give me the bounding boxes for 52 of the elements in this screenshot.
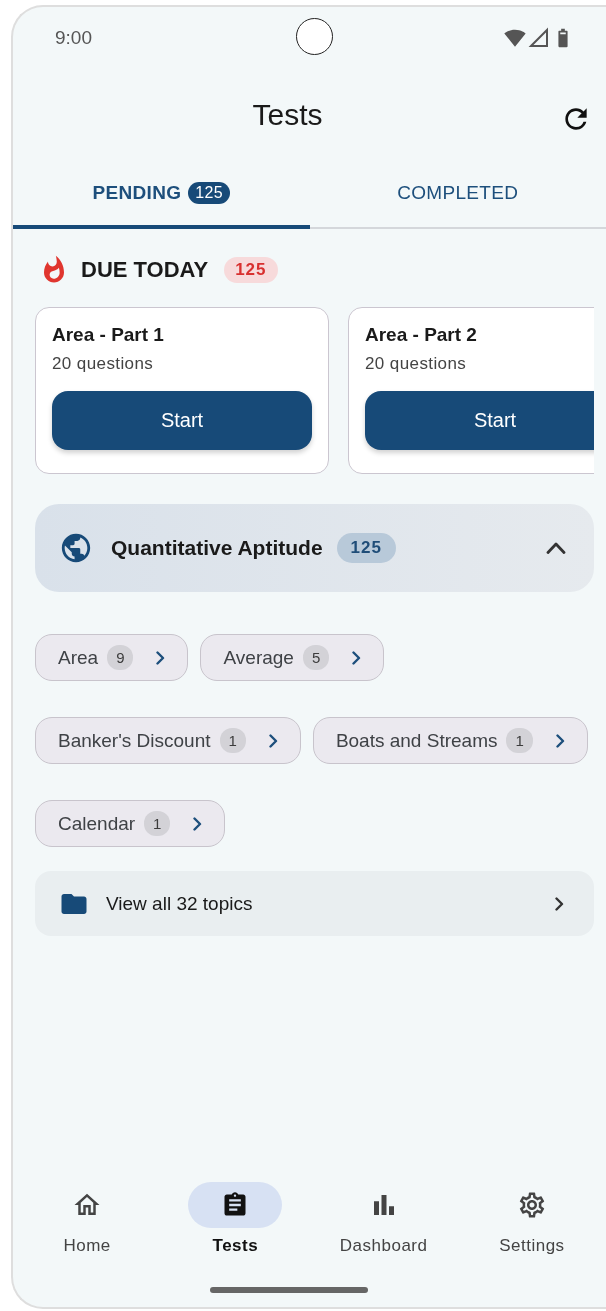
topic-name: Calendar — [58, 812, 136, 835]
card-title: Area - Part 2 — [365, 324, 478, 346]
nav-item[interactable]: Tests — [161, 1182, 310, 1279]
camera-cutout — [296, 18, 333, 55]
chevron-right-icon — [555, 733, 565, 748]
chevron-right-icon — [268, 733, 278, 748]
wifi-icon — [504, 27, 526, 49]
topic-chip[interactable]: Average 5 — [200, 634, 385, 681]
chevron-right-icon — [555, 896, 564, 911]
topic-chip[interactable]: Banker's Discount 1 — [35, 717, 301, 764]
count-badge: 125 — [188, 182, 230, 204]
chevron-up-icon — [546, 542, 566, 554]
chevron-right-icon — [193, 816, 203, 831]
topic-chip[interactable]: Area 9 — [35, 634, 189, 681]
start-button[interactable]: Start — [52, 391, 312, 450]
category-title: Quantitative Aptitude — [111, 536, 323, 560]
count-badge: 125 — [336, 533, 396, 563]
status-time: 9:00 — [55, 27, 92, 49]
topic-name: Banker's Discount — [58, 729, 211, 752]
nav-item[interactable]: Dashboard — [309, 1182, 458, 1279]
topic-name: Area — [58, 646, 99, 669]
card-title: Area - Part 1 — [52, 324, 165, 346]
signal-icon — [528, 27, 550, 49]
count-badge: 1 — [219, 728, 246, 753]
chevron-right-icon — [352, 650, 362, 665]
nav-item[interactable]: Settings — [457, 1182, 606, 1279]
chevron-right-icon — [156, 650, 166, 665]
nav-label: Tests — [212, 1236, 259, 1256]
count-badge: 5 — [302, 645, 330, 670]
topic-name: Average — [223, 646, 294, 669]
view-all-topics-button[interactable]: View all 32 topics — [35, 871, 594, 936]
count-badge: 9 — [107, 645, 134, 670]
topic-name: Boats and Streams — [335, 729, 498, 752]
count-badge: 125 — [224, 257, 278, 283]
topic-chip[interactable]: Calendar 1 — [35, 800, 226, 847]
section-title: DUE TODAY — [81, 257, 209, 283]
card-subtitle: 20 questions — [52, 354, 155, 374]
tab[interactable]: COMPLETED — [309, 161, 606, 229]
nav-label: Dashboard — [339, 1236, 428, 1256]
view-all-label: View all 32 topics — [106, 892, 253, 915]
count-badge: 1 — [506, 728, 533, 753]
globe-icon — [59, 531, 93, 565]
tab[interactable]: PENDING 125 — [13, 161, 310, 229]
nav-label: Home — [63, 1236, 111, 1256]
card-subtitle: 20 questions — [365, 354, 468, 374]
page-title: Tests — [252, 98, 323, 132]
start-button[interactable]: Start — [365, 391, 594, 450]
topic-chip[interactable]: Boats and Streams 1 — [312, 717, 588, 764]
category-header[interactable]: Quantitative Aptitude 125 — [35, 504, 594, 592]
nav-label: Settings — [499, 1236, 565, 1256]
nav-item[interactable]: Home — [13, 1182, 162, 1279]
count-badge: 1 — [144, 811, 171, 836]
